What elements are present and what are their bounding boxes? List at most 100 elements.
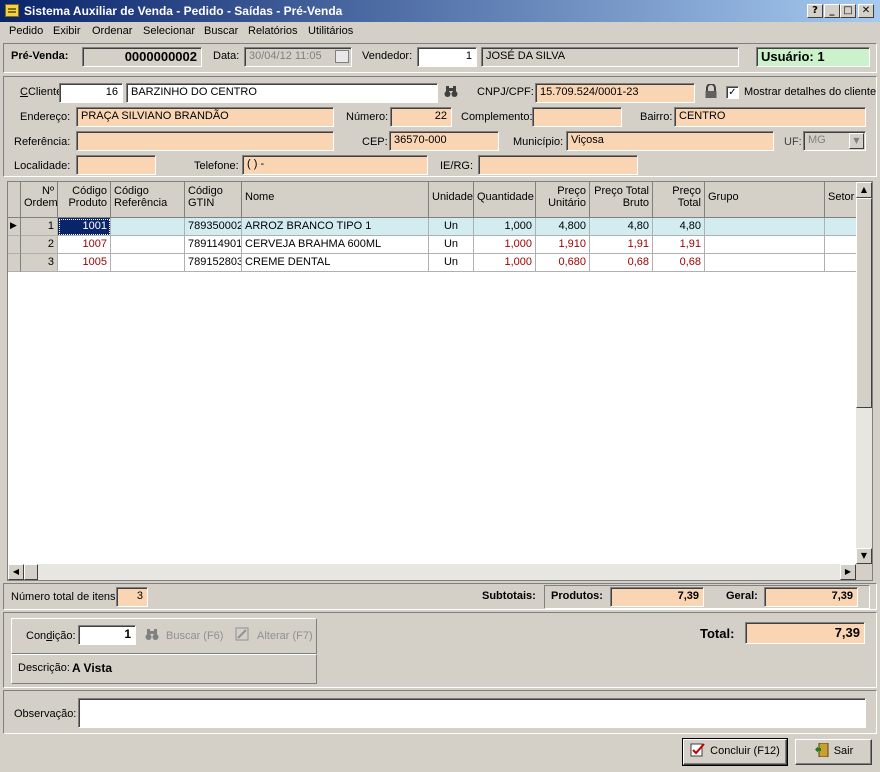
- localidade-field[interactable]: [76, 155, 156, 175]
- cell-unidade[interactable]: Un: [429, 254, 474, 272]
- ierg-field[interactable]: [478, 155, 638, 175]
- cell-setor[interactable]: [825, 218, 856, 236]
- cnpj-field[interactable]: 15.709.524/0001-23: [535, 83, 695, 103]
- cell-grupo[interactable]: [705, 236, 825, 254]
- cell-nome[interactable]: ARROZ BRANCO TIPO 1: [242, 218, 429, 236]
- cliente-name-field[interactable]: BARZINHO DO CENTRO: [126, 83, 438, 103]
- menu-pedido[interactable]: Pedido: [9, 25, 43, 37]
- table-row[interactable]: 2 1007 789114901 CERVEJA BRAHMA 600ML Un…: [8, 236, 856, 254]
- cell-total-bruto[interactable]: 1,91: [590, 236, 653, 254]
- header-codigo-produto[interactable]: Código Produto: [58, 182, 111, 218]
- cell-grupo[interactable]: [705, 254, 825, 272]
- vertical-scrollbar[interactable]: ▲ ▼: [856, 182, 872, 564]
- vendedor-label: Vendedor:: [362, 50, 413, 62]
- numero-field[interactable]: 22: [390, 107, 452, 127]
- referencia-field[interactable]: [76, 131, 334, 151]
- header-setor[interactable]: Setor: [825, 182, 856, 218]
- header-ordem[interactable]: Nº Ordem: [21, 182, 58, 218]
- condicao-input[interactable]: 1: [78, 625, 136, 645]
- cell-unidade[interactable]: Un: [429, 218, 474, 236]
- municipio-field[interactable]: Viçosa: [566, 131, 774, 151]
- cell-preco-unitario[interactable]: 0,680: [536, 254, 590, 272]
- complemento-field[interactable]: [532, 107, 622, 127]
- grid-header: Nº Ordem Código Produto Código Referênci…: [8, 182, 856, 218]
- cell-total[interactable]: 1,91: [653, 236, 705, 254]
- menu-selecionar[interactable]: Selecionar: [143, 25, 195, 37]
- table-row[interactable]: ▶ 1 1001 789350002 ARROZ BRANCO TIPO 1 U…: [8, 218, 856, 236]
- menu-buscar[interactable]: Buscar: [204, 25, 238, 37]
- scroll-down-icon[interactable]: ▼: [856, 548, 872, 564]
- cell-quantidade[interactable]: 1,000: [474, 218, 536, 236]
- calendar-icon[interactable]: [335, 50, 349, 63]
- menu-ordenar[interactable]: Ordenar: [92, 25, 132, 37]
- scroll-left-icon[interactable]: ◀: [8, 564, 24, 580]
- show-details-checkbox[interactable]: ✓: [726, 86, 739, 99]
- header-preco-unitario[interactable]: Preço Unitário: [536, 182, 590, 218]
- cell-gtin[interactable]: 789152803: [185, 254, 242, 272]
- bairro-field[interactable]: CENTRO: [674, 107, 866, 127]
- menu-exibir[interactable]: Exibir: [53, 25, 81, 37]
- uf-select[interactable]: MG ▼: [803, 131, 866, 151]
- menu-utilitarios[interactable]: Utilitários: [308, 25, 353, 37]
- observacao-input[interactable]: [78, 698, 866, 728]
- header-codigo-referencia[interactable]: Código Referência: [111, 182, 185, 218]
- cliente-id-input[interactable]: 16: [59, 83, 123, 103]
- concluir-label: Concluir (F12): [710, 745, 780, 757]
- cell-gtin[interactable]: 789114901: [185, 236, 242, 254]
- help-button[interactable]: ?: [807, 4, 823, 18]
- binoculars-icon[interactable]: [444, 85, 458, 98]
- cell-unidade[interactable]: Un: [429, 236, 474, 254]
- items-grid[interactable]: Nº Ordem Código Produto Código Referênci…: [7, 181, 873, 581]
- cep-field[interactable]: 36570-000: [389, 131, 499, 151]
- header-nome[interactable]: Nome: [242, 182, 429, 218]
- horizontal-scroll-thumb[interactable]: [24, 564, 38, 580]
- scroll-up-icon[interactable]: ▲: [856, 182, 872, 198]
- cell-quantidade[interactable]: 1,000: [474, 254, 536, 272]
- buscar-button[interactable]: Buscar (F6): [166, 630, 223, 642]
- data-field[interactable]: 30/04/12 11:05: [244, 47, 352, 67]
- header-preco-total[interactable]: Preço Total: [653, 182, 705, 218]
- endereco-field[interactable]: PRAÇA SILVIANO BRANDÃO: [76, 107, 334, 127]
- cell-total[interactable]: 0,68: [653, 254, 705, 272]
- lock-icon[interactable]: [704, 83, 718, 99]
- cell-total[interactable]: 4,80: [653, 218, 705, 236]
- cell-codigo[interactable]: 1001: [58, 218, 111, 236]
- vendedor-id-input[interactable]: 1: [417, 47, 477, 67]
- cell-referencia[interactable]: [111, 236, 185, 254]
- cell-gtin[interactable]: 789350002: [185, 218, 242, 236]
- close-button[interactable]: ✕: [858, 4, 874, 18]
- menu-relatorios[interactable]: Relatórios: [248, 25, 298, 37]
- cell-referencia[interactable]: [111, 254, 185, 272]
- cell-nome[interactable]: CERVEJA BRAHMA 600ML: [242, 236, 429, 254]
- cell-grupo[interactable]: [705, 218, 825, 236]
- cell-setor[interactable]: [825, 236, 856, 254]
- header-preco-total-bruto[interactable]: Preço Total Bruto: [590, 182, 653, 218]
- cell-total-bruto[interactable]: 0,68: [590, 254, 653, 272]
- table-row[interactable]: 3 1005 789152803 CREME DENTAL Un 1,000 0…: [8, 254, 856, 272]
- header-quantidade[interactable]: Quantidade: [474, 182, 536, 218]
- cell-quantidade[interactable]: 1,000: [474, 236, 536, 254]
- header-codigo-gtin[interactable]: Código GTIN: [185, 182, 242, 218]
- cell-codigo[interactable]: 1007: [58, 236, 111, 254]
- show-details-label: Mostrar detalhes do cliente: [744, 86, 877, 98]
- chevron-down-icon[interactable]: ▼: [849, 133, 864, 149]
- concluir-button[interactable]: Concluir (F12): [682, 738, 788, 766]
- header-unidade[interactable]: Unidade: [429, 182, 474, 218]
- cell-preco-unitario[interactable]: 4,800: [536, 218, 590, 236]
- cell-setor[interactable]: [825, 254, 856, 272]
- sair-button[interactable]: Sair: [795, 739, 872, 765]
- cell-referencia[interactable]: [111, 218, 185, 236]
- alterar-button[interactable]: Alterar (F7): [257, 630, 313, 642]
- cell-codigo[interactable]: 1005: [58, 254, 111, 272]
- cell-total-bruto[interactable]: 4,80: [590, 218, 653, 236]
- telefone-field[interactable]: ( ) -: [242, 155, 428, 175]
- horizontal-scrollbar[interactable]: ◀ ▶: [8, 564, 856, 580]
- cell-preco-unitario[interactable]: 1,910: [536, 236, 590, 254]
- vertical-scroll-thumb[interactable]: [856, 198, 872, 408]
- cell-nome[interactable]: CREME DENTAL: [242, 254, 429, 272]
- minimize-button[interactable]: _: [824, 4, 840, 18]
- header-grupo[interactable]: Grupo: [705, 182, 825, 218]
- subtotais-label: Subtotais:: [482, 590, 536, 602]
- scroll-right-icon[interactable]: ▶: [840, 564, 856, 580]
- maximize-button[interactable]: □: [840, 4, 856, 18]
